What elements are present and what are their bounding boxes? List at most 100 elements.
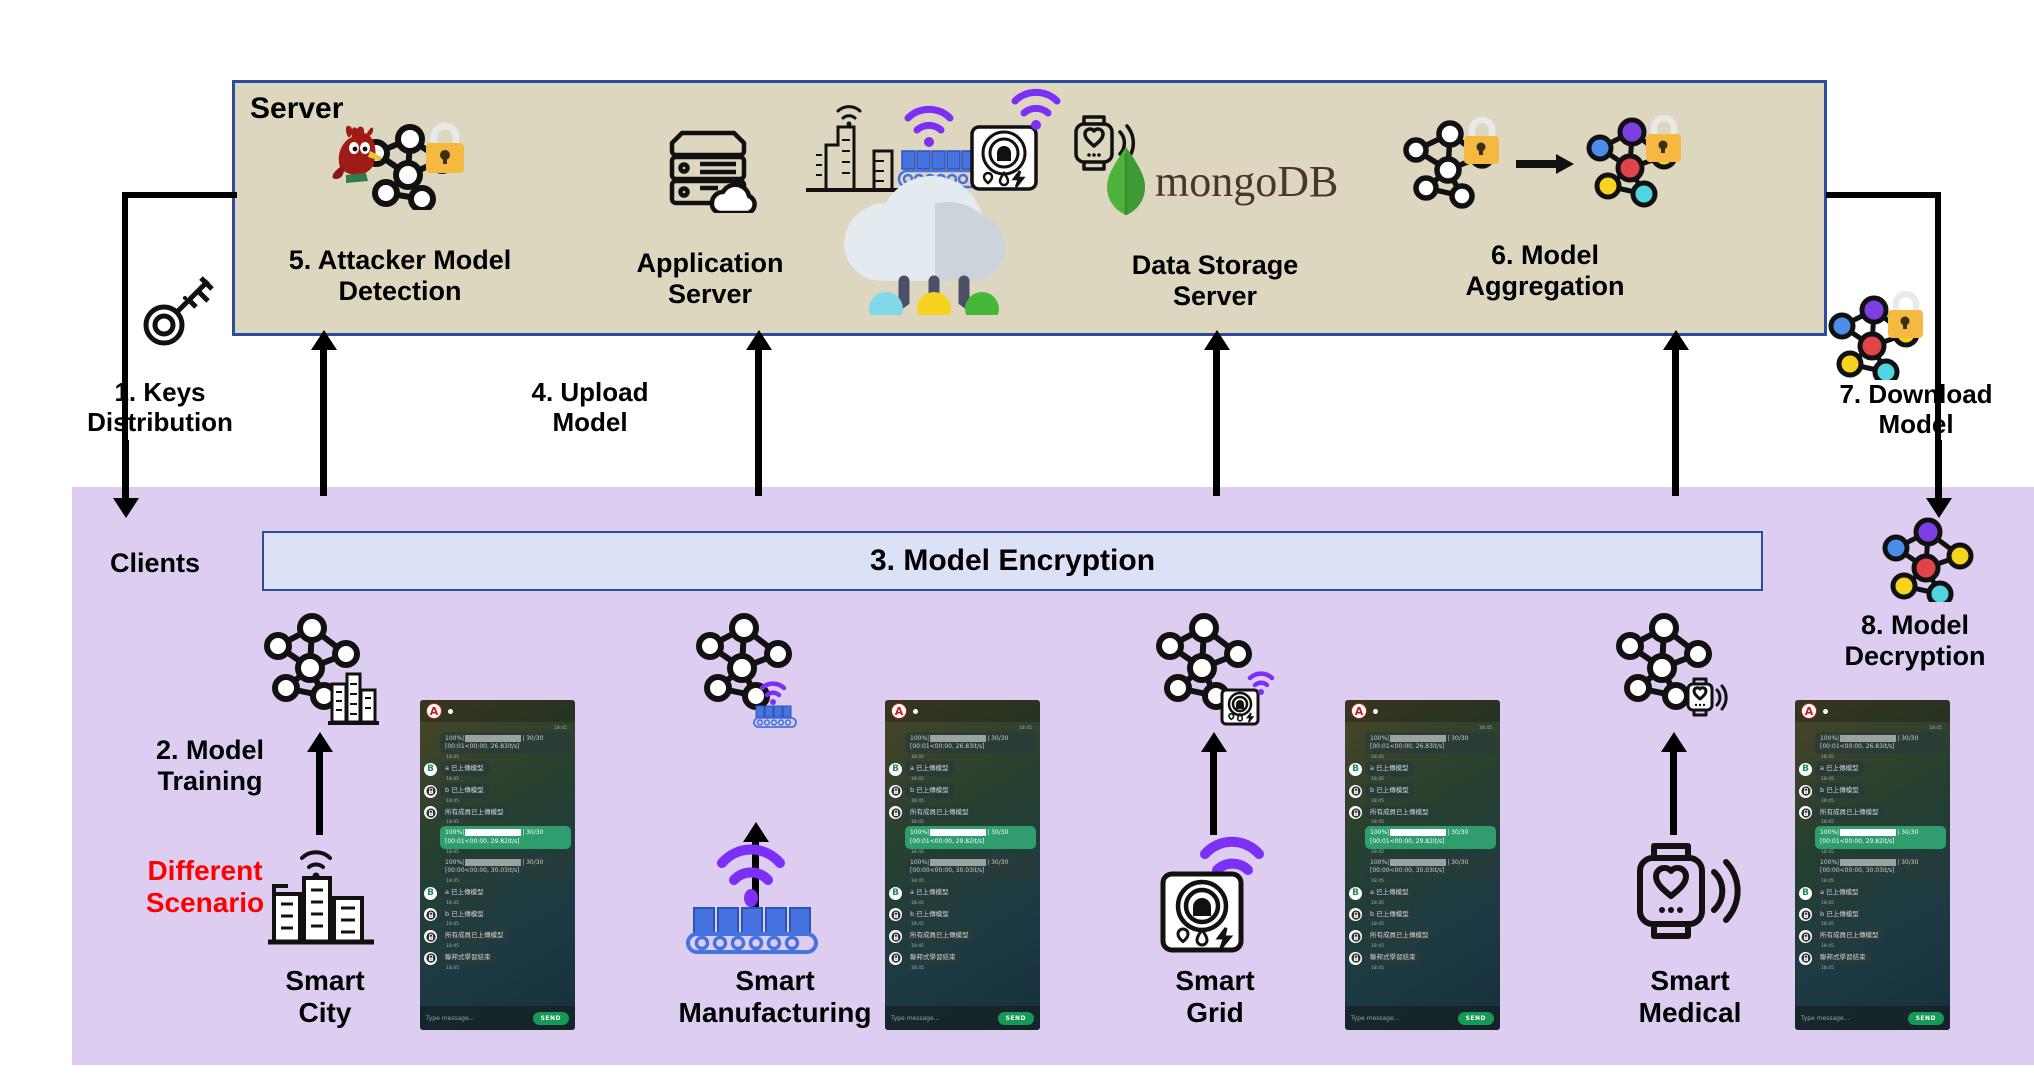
chat-message-list[interactable]: 18:45 100%| | 30/30 [00:01<00:00, 26.83it/…	[1795, 722, 1950, 1003]
model-encryption-bar[interactable]: 3. Model Encryption	[262, 531, 1763, 591]
chat-text-message: 所有成員已上傳模型	[1365, 804, 1434, 820]
server-cloud-icon	[658, 125, 758, 218]
chat-avatar-b: B	[424, 886, 437, 900]
smart-city-label: Smart City	[285, 965, 365, 1029]
chat-avatar-spacer	[424, 865, 437, 878]
chat-avatar-spacer	[1349, 836, 1362, 849]
smart-medical-label: Smart Medical	[1638, 965, 1742, 1029]
chat-topbar: A	[885, 700, 1040, 722]
chat-avatar-b: B	[1349, 886, 1362, 900]
model-encryption-label: 3. Model Encryption	[869, 544, 1156, 577]
smart-grid-label: Smart Grid	[1175, 965, 1255, 1029]
chat-message-row: 聯邦式學習結束	[1799, 950, 1946, 965]
chat-input-bar[interactable]: Type message... SEND	[885, 1006, 1040, 1030]
lock-icon	[424, 784, 437, 798]
chat-progress-message: 100%| | 30/30 [00:01<00:00, 29.82it/s]	[1815, 826, 1946, 849]
chat-avatar-a: A	[1351, 703, 1367, 719]
chat-timestamp: 18:45	[1371, 798, 1384, 804]
lock-icon	[1799, 951, 1812, 965]
chat-message-list[interactable]: 18:45 100%| | 30/30 [00:01<00:00, 26.83it/…	[885, 722, 1040, 1003]
chat-text-message: a 已上傳模型	[1365, 884, 1414, 900]
lock-icon	[889, 930, 902, 944]
clients-label: Clients	[109, 548, 201, 578]
chat-text-message: a 已上傳模型	[905, 884, 954, 900]
chat-timestamp: 18:45	[1371, 965, 1384, 971]
application-server-label: Application Server	[636, 248, 784, 310]
city-buildings-icon	[262, 840, 380, 955]
chat-text-message: 所有成員已上傳模型	[1815, 804, 1884, 820]
chat-status-dot	[1373, 708, 1378, 714]
model-aggregation-label: 6. Model Aggregation	[1465, 240, 1625, 302]
chat-input-placeholder[interactable]: Type message...	[426, 1015, 474, 1022]
chat-timestamp: 18:45	[1821, 849, 1834, 855]
chat-message-row: 聯邦式學習結束	[424, 950, 571, 965]
chat-timestamp: 18:45	[446, 849, 459, 855]
chat-message-row: 所有成員已上傳模型	[1349, 928, 1496, 944]
chat-status-dot	[1823, 708, 1828, 714]
chat-message-list[interactable]: 18:45 100%| | 30/30 [00:01<00:00, 26.83it/…	[1345, 722, 1500, 1003]
send-button[interactable]: SEND	[532, 1011, 569, 1025]
chat-message-row: Ba 已上傳模型	[1349, 761, 1496, 776]
mongodb-wordmark: mongoDB	[1155, 156, 1339, 206]
lock-icon	[424, 806, 437, 820]
chat-timestamp: 18:45	[446, 755, 459, 761]
lock-icon	[889, 784, 902, 798]
keys-distribution-label: 1. Keys Distribution	[87, 377, 233, 437]
chat-progress-message: 100%| | 30/30 [00:00<00:00, 30.03it/s]	[1365, 855, 1496, 878]
chat-progress-message: 100%| | 30/30 [00:00<00:00, 30.03it/s]	[440, 855, 571, 878]
mongodb-leaf-icon: mongoDB	[1105, 145, 1338, 217]
chat-text-message: a 已上傳模型	[1815, 761, 1864, 776]
conveyor-belt-icon	[670, 830, 835, 960]
chat-timestamp: 18:45	[1821, 820, 1834, 826]
chat-timestamp: 18:45	[446, 776, 459, 782]
chat-message-row: b 已上傳模型	[424, 782, 571, 798]
training-arrow-1	[316, 750, 323, 835]
chat-input-bar[interactable]: Type message... SEND	[420, 1006, 575, 1030]
upload-arrow-4	[1672, 348, 1679, 496]
chat-message-row: Ba 已上傳模型	[1799, 761, 1946, 776]
smart-manufacturing-label: Smart Manufacturing	[678, 965, 872, 1029]
upload-arrow-3	[1213, 348, 1220, 496]
chat-input-placeholder[interactable]: Type message...	[891, 1015, 939, 1022]
chat-timestamp: 18:45	[1929, 726, 1942, 731]
chat-input-bar[interactable]: Type message... SEND	[1795, 1006, 1950, 1030]
chat-timestamp: 18:45	[1821, 776, 1834, 782]
chat-avatar-spacer	[1799, 836, 1812, 849]
chat-progress-message: 100%| | 30/30 [00:01<00:00, 29.82it/s]	[905, 826, 1036, 849]
chat-timestamp: 18:45	[1479, 726, 1492, 731]
chat-avatar-spacer	[889, 741, 902, 754]
lock-icon	[1799, 930, 1812, 944]
chat-message-row: 100%| | 30/30 [00:00<00:00, 30.03it/s]	[424, 855, 571, 878]
chat-screenshot-3: A 18:45 100%| | 30/30 [00:01<00:00, 26.83it…	[1345, 700, 1500, 1030]
send-button[interactable]: SEND	[1907, 1011, 1944, 1025]
key-icon	[138, 270, 218, 355]
chat-input-placeholder[interactable]: Type message...	[1801, 1015, 1849, 1022]
chat-timestamp: 18:45	[1371, 755, 1384, 761]
chat-timestamp: 18:45	[1821, 755, 1834, 761]
chat-message-row: 聯邦式學習結束	[1349, 950, 1496, 965]
chat-avatar-b: B	[889, 762, 902, 776]
chat-screenshot-1: A 18:45 100%| | 30/30 [00:01<00:00, 26.83it…	[420, 700, 575, 1030]
chat-message-row: 所有成員已上傳模型	[424, 804, 571, 820]
chat-message-row: Ba 已上傳模型	[889, 884, 1036, 900]
chat-avatar-spacer	[889, 865, 902, 878]
chat-input-bar[interactable]: Type message... SEND	[1345, 1006, 1500, 1030]
training-arrow-4	[1670, 750, 1677, 835]
lock-icon	[1799, 784, 1812, 798]
chat-timestamp: 18:45	[446, 965, 459, 971]
send-button[interactable]: SEND	[997, 1011, 1034, 1025]
chat-timestamp: 18:45	[1371, 776, 1384, 782]
network-city-icon	[258, 608, 383, 738]
chat-avatar-spacer	[1349, 741, 1362, 754]
chat-text-message: 所有成員已上傳模型	[905, 804, 974, 820]
chat-message-row: 100%| | 30/30 [00:01<00:00, 29.82it/s]	[1349, 826, 1496, 849]
chat-message-list[interactable]: 18:45 100%| | 30/30 [00:01<00:00, 26.83it/…	[420, 722, 575, 1003]
chat-input-placeholder[interactable]: Type message...	[1351, 1015, 1399, 1022]
send-button[interactable]: SEND	[1457, 1011, 1494, 1025]
chat-message-row: 100%| | 30/30 [00:01<00:00, 26.83it/s]	[1349, 732, 1496, 755]
cloud-iot-devices-icon	[800, 85, 1070, 326]
chat-message-row: 所有成員已上傳模型	[1799, 804, 1946, 820]
chat-progress-message: 100%| | 30/30 [00:01<00:00, 29.82it/s]	[440, 826, 571, 849]
chat-timestamp: 18:45	[1821, 965, 1834, 971]
lock-icon	[889, 908, 902, 922]
